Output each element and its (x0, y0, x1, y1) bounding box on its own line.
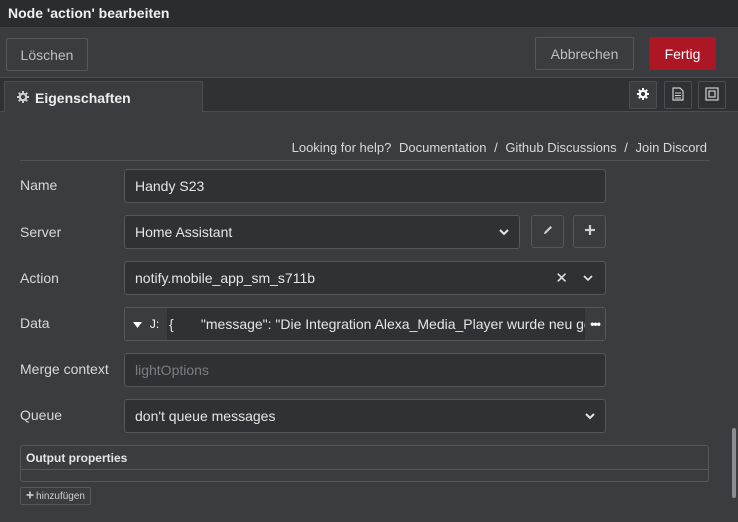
help-links: Looking for help? Documentation / Github… (290, 140, 709, 155)
data-label: Data (20, 315, 50, 331)
merge-context-input[interactable]: lightOptions (124, 353, 606, 387)
help-prefix: Looking for help? (291, 140, 392, 155)
merge-context-placeholder: lightOptions (135, 362, 209, 378)
tab-description-icon-button[interactable] (664, 81, 692, 109)
tab-settings-icon-button[interactable] (629, 81, 657, 109)
add-output-property-button[interactable]: hinzufügen (20, 487, 91, 505)
divider (20, 160, 710, 161)
json-type-icon: J: (149, 317, 160, 331)
dialog-toolbar: Löschen Abbrechen Fertig (0, 28, 738, 78)
action-label: Action (20, 270, 59, 286)
queue-label: Queue (20, 407, 63, 423)
server-select[interactable]: Home Assistant (124, 215, 520, 249)
done-button[interactable]: Fertig (649, 37, 716, 70)
caret-down-icon (132, 317, 142, 331)
help-separator: / (624, 140, 628, 155)
delete-button[interactable]: Löschen (6, 38, 88, 71)
expand-editor-button[interactable]: ••• (585, 308, 605, 340)
output-properties-header: Output properties (21, 446, 708, 470)
action-select[interactable]: notify.mobile_app_sm_s711b ✕ (124, 261, 606, 295)
data-input-value[interactable]: { "message": "Die Integration Alexa_Medi… (169, 316, 585, 332)
dialog-title: Node 'action' bearbeiten (8, 5, 170, 21)
server-select-value: Home Assistant (135, 224, 233, 240)
join-discord-link[interactable]: Join Discord (635, 140, 707, 155)
add-output-property-label: hinzufügen (36, 490, 85, 502)
output-properties-list: Output properties (20, 445, 709, 482)
vertical-scrollbar[interactable] (732, 428, 736, 498)
plus-icon (584, 223, 596, 240)
tab-properties[interactable]: Eigenschaften (4, 81, 203, 113)
name-label: Name (20, 177, 58, 193)
data-type-selector[interactable]: J: (125, 308, 167, 340)
action-select-value: notify.mobile_app_sm_s711b (135, 270, 316, 286)
server-label: Server (20, 224, 62, 240)
gear-icon (17, 90, 29, 106)
name-input-value: Handy S23 (135, 178, 205, 194)
github-discussions-link[interactable]: Github Discussions (505, 140, 616, 155)
documentation-link[interactable]: Documentation (399, 140, 486, 155)
data-typed-input[interactable]: J: { "message": "Die Integration Alexa_M… (124, 307, 606, 341)
queue-select-value: don't queue messages (135, 408, 276, 424)
clear-icon[interactable]: ✕ (555, 269, 568, 287)
merge-context-label: Merge context (20, 361, 109, 377)
tab-bar: Eigenschaften (0, 78, 738, 113)
chevron-down-icon (585, 413, 595, 420)
help-separator: / (494, 140, 498, 155)
name-input[interactable]: Handy S23 (124, 169, 606, 203)
gear-icon (637, 87, 649, 103)
plus-icon (26, 491, 34, 502)
pencil-icon (542, 223, 554, 240)
document-icon (672, 86, 684, 104)
chevron-down-icon (499, 229, 509, 236)
frame-icon (705, 86, 719, 104)
tab-properties-label: Eigenschaften (35, 89, 131, 106)
edit-server-button[interactable] (531, 215, 564, 248)
add-server-button[interactable] (573, 215, 606, 248)
chevron-down-icon[interactable] (581, 271, 595, 285)
queue-select[interactable]: don't queue messages (124, 399, 606, 433)
tab-appearance-icon-button[interactable] (698, 81, 726, 109)
dialog-titlebar: Node 'action' bearbeiten (0, 0, 738, 28)
cancel-button[interactable]: Abbrechen (535, 37, 634, 70)
